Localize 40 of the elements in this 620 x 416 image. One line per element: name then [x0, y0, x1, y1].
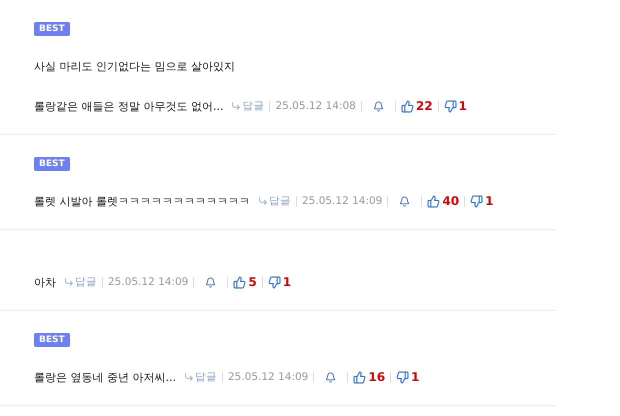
comment-text: 롤렛 시발아 롤렛ㅋㅋㅋㅋㅋㅋㅋㅋㅋㅋㅋㅋ	[34, 194, 250, 208]
like-count: 40	[442, 194, 460, 208]
thumbs-down-icon[interactable]	[396, 370, 410, 384]
comment-text: 아차	[34, 274, 56, 290]
thumbs-down-icon[interactable]	[470, 194, 484, 208]
comment-text: 롤랑은 옆동네 중년 아저씨...	[34, 370, 176, 384]
bell-icon[interactable]	[325, 372, 336, 382]
thumbs-up-icon[interactable]	[400, 100, 414, 112]
like-count: 16	[368, 370, 386, 384]
reply-link[interactable]: 답글	[184, 370, 217, 384]
reply-link[interactable]: 답글	[64, 275, 97, 289]
reply-link[interactable]: 답글	[258, 194, 291, 208]
best-badge: BEST	[34, 333, 70, 347]
comment-date: 25.05.12 14:08	[275, 100, 356, 112]
thumbs-down-icon[interactable]	[268, 276, 281, 288]
reply-arrow-icon	[231, 101, 242, 111]
thumbs-up-icon[interactable]	[353, 370, 366, 384]
best-badge: BEST	[34, 157, 70, 171]
reply-arrow-icon	[64, 277, 74, 287]
dislike-count: 1	[282, 275, 292, 289]
comment-date: 25.05.12 14:09	[228, 371, 308, 383]
thumbs-up-icon[interactable]	[427, 194, 440, 208]
like-count: 22	[416, 99, 433, 113]
reply-arrow-icon	[184, 372, 194, 382]
comment-text: 롤랑같은 애들은 정말 아무것도 없어...	[34, 98, 224, 114]
comment-date: 25.05.12 14:09	[302, 195, 382, 207]
best-badge: BEST	[34, 22, 70, 36]
bell-icon[interactable]	[205, 276, 216, 288]
like-count: 5	[248, 275, 257, 289]
dislike-count: 1	[485, 194, 494, 208]
reply-link[interactable]: 답글	[231, 99, 264, 113]
dislike-count: 1	[411, 370, 420, 384]
bell-icon[interactable]	[399, 196, 410, 206]
bell-icon[interactable]	[372, 100, 384, 112]
comment-text: 사실 마리도 인기없다는 밈으로 살아있지	[34, 58, 235, 74]
dislike-count: 1	[458, 99, 467, 113]
thumbs-up-icon[interactable]	[233, 276, 246, 288]
reply-arrow-icon	[258, 196, 268, 206]
comment-date: 25.05.12 14:09	[108, 276, 188, 288]
thumbs-down-icon[interactable]	[444, 100, 457, 112]
